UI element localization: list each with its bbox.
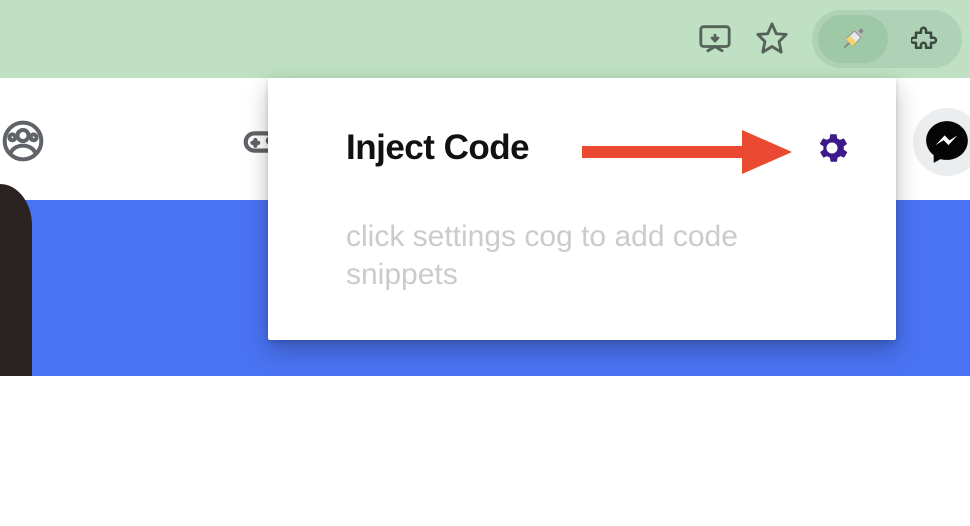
cast-icon[interactable] bbox=[695, 18, 735, 58]
extension-popup: Inject Code click settings cog to add co… bbox=[268, 78, 896, 340]
page-body bbox=[0, 376, 970, 526]
extensions-pill bbox=[812, 10, 962, 68]
profile-photo-fragment bbox=[0, 184, 32, 384]
active-extension-button[interactable] bbox=[818, 15, 888, 63]
popup-hint-text: click settings cog to add code snippets bbox=[346, 218, 846, 295]
browser-toolbar bbox=[0, 0, 970, 78]
extensions-menu-button[interactable] bbox=[902, 15, 950, 63]
settings-button[interactable] bbox=[812, 128, 852, 168]
messenger-icon bbox=[922, 117, 970, 167]
group-icon[interactable] bbox=[0, 118, 46, 164]
messenger-button[interactable] bbox=[913, 108, 970, 176]
gear-icon bbox=[813, 129, 851, 167]
popup-title: Inject Code bbox=[346, 128, 529, 168]
star-icon[interactable] bbox=[752, 18, 792, 58]
popup-header: Inject Code bbox=[346, 120, 852, 176]
syringe-icon bbox=[837, 23, 869, 55]
